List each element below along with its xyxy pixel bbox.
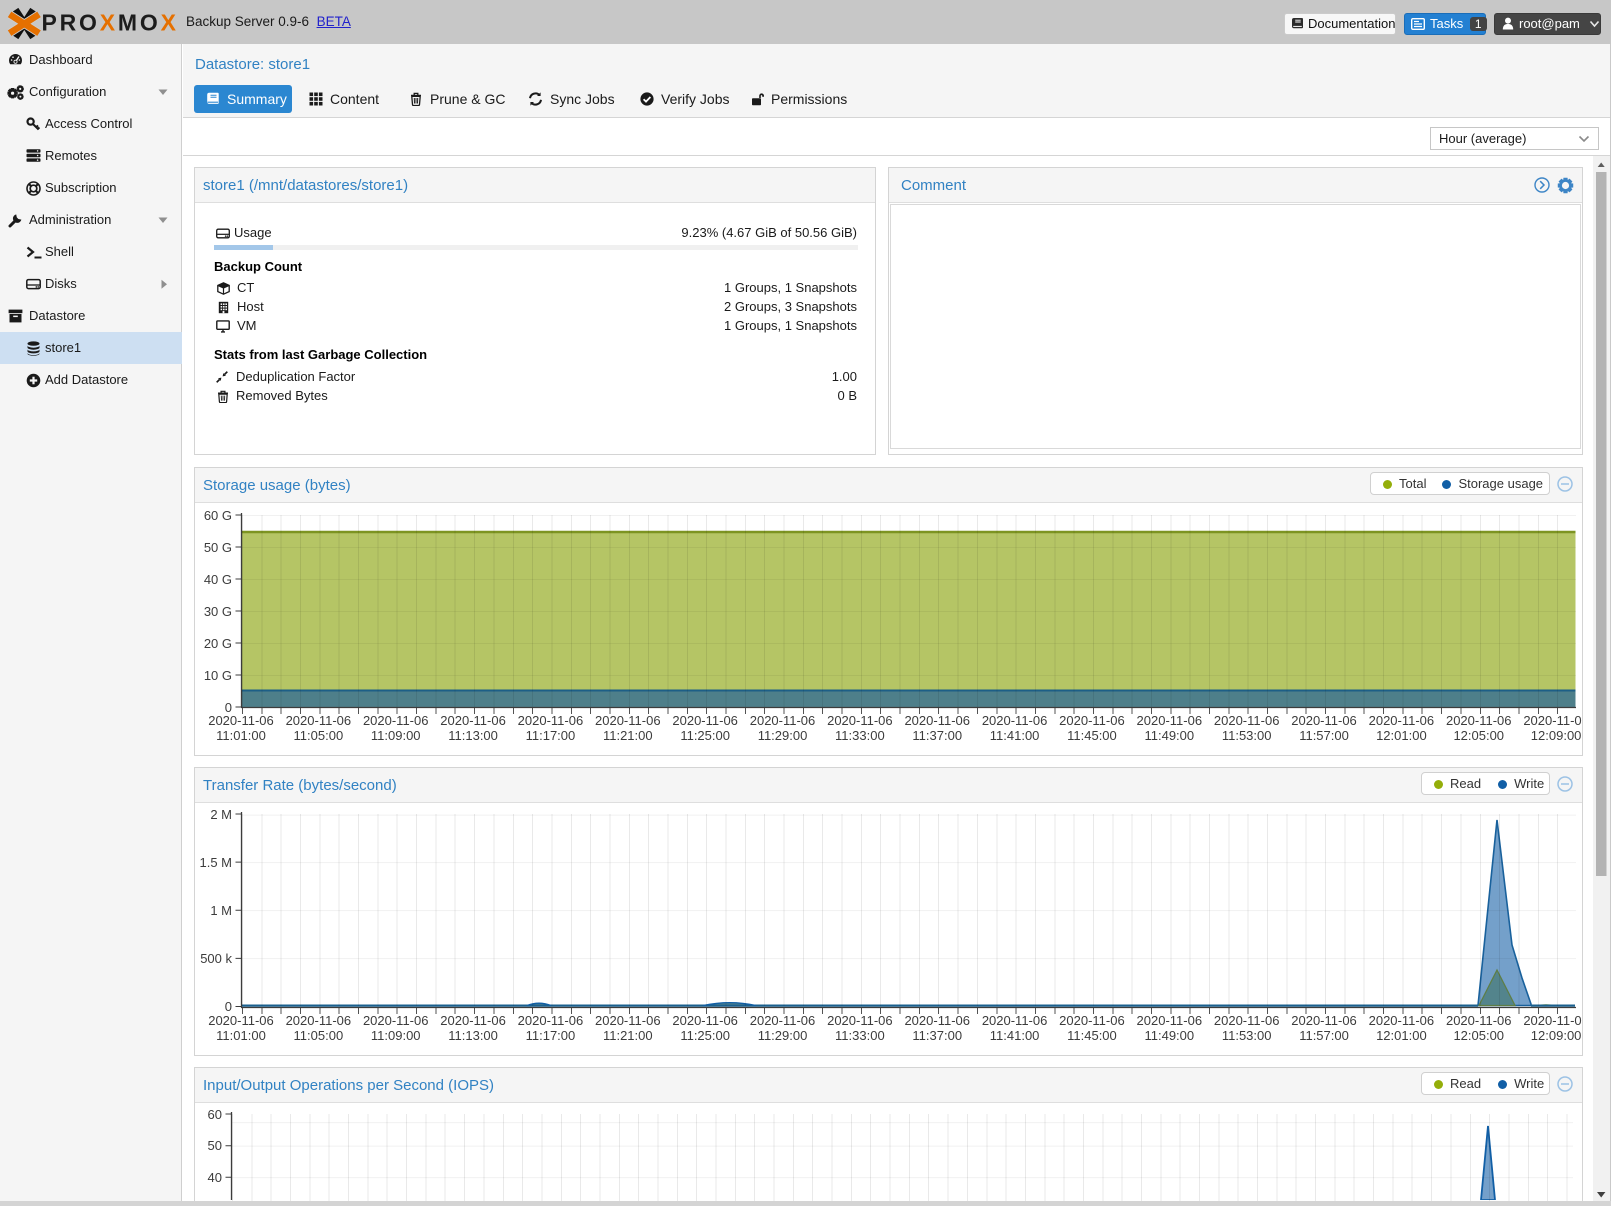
svg-text:PROXMOX: PROXMOX [42,10,179,36]
